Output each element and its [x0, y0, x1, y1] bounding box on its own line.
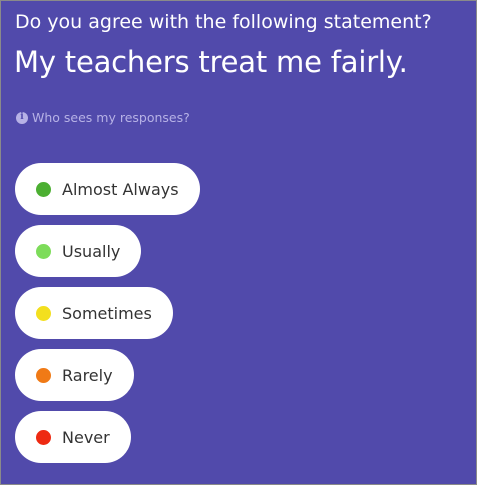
- info-icon: i: [16, 111, 28, 124]
- option-never[interactable]: Never: [15, 411, 131, 463]
- answer-options: Almost Always Usually Sometimes Rarely N…: [15, 163, 200, 463]
- option-label: Sometimes: [62, 303, 152, 323]
- option-usually[interactable]: Usually: [15, 225, 142, 277]
- question-prompt: Do you agree with the following statemen…: [15, 11, 432, 33]
- color-dot-icon: [36, 367, 51, 383]
- color-dot-icon: [36, 181, 51, 197]
- color-dot-icon: [36, 305, 51, 321]
- option-almost-always[interactable]: Almost Always: [15, 163, 200, 215]
- question-statement: My teachers treat me fairly.: [14, 45, 408, 79]
- option-sometimes[interactable]: Sometimes: [15, 287, 173, 339]
- color-dot-icon: [36, 243, 51, 259]
- option-rarely[interactable]: Rarely: [15, 349, 134, 401]
- privacy-link[interactable]: i Who sees my responses?: [16, 110, 190, 125]
- option-label: Never: [62, 427, 110, 447]
- option-label: Almost Always: [62, 179, 179, 199]
- color-dot-icon: [36, 429, 51, 445]
- option-label: Rarely: [62, 365, 113, 385]
- privacy-link-label: Who sees my responses?: [32, 110, 190, 125]
- survey-panel: Do you agree with the following statemen…: [0, 0, 477, 485]
- option-label: Usually: [62, 241, 121, 261]
